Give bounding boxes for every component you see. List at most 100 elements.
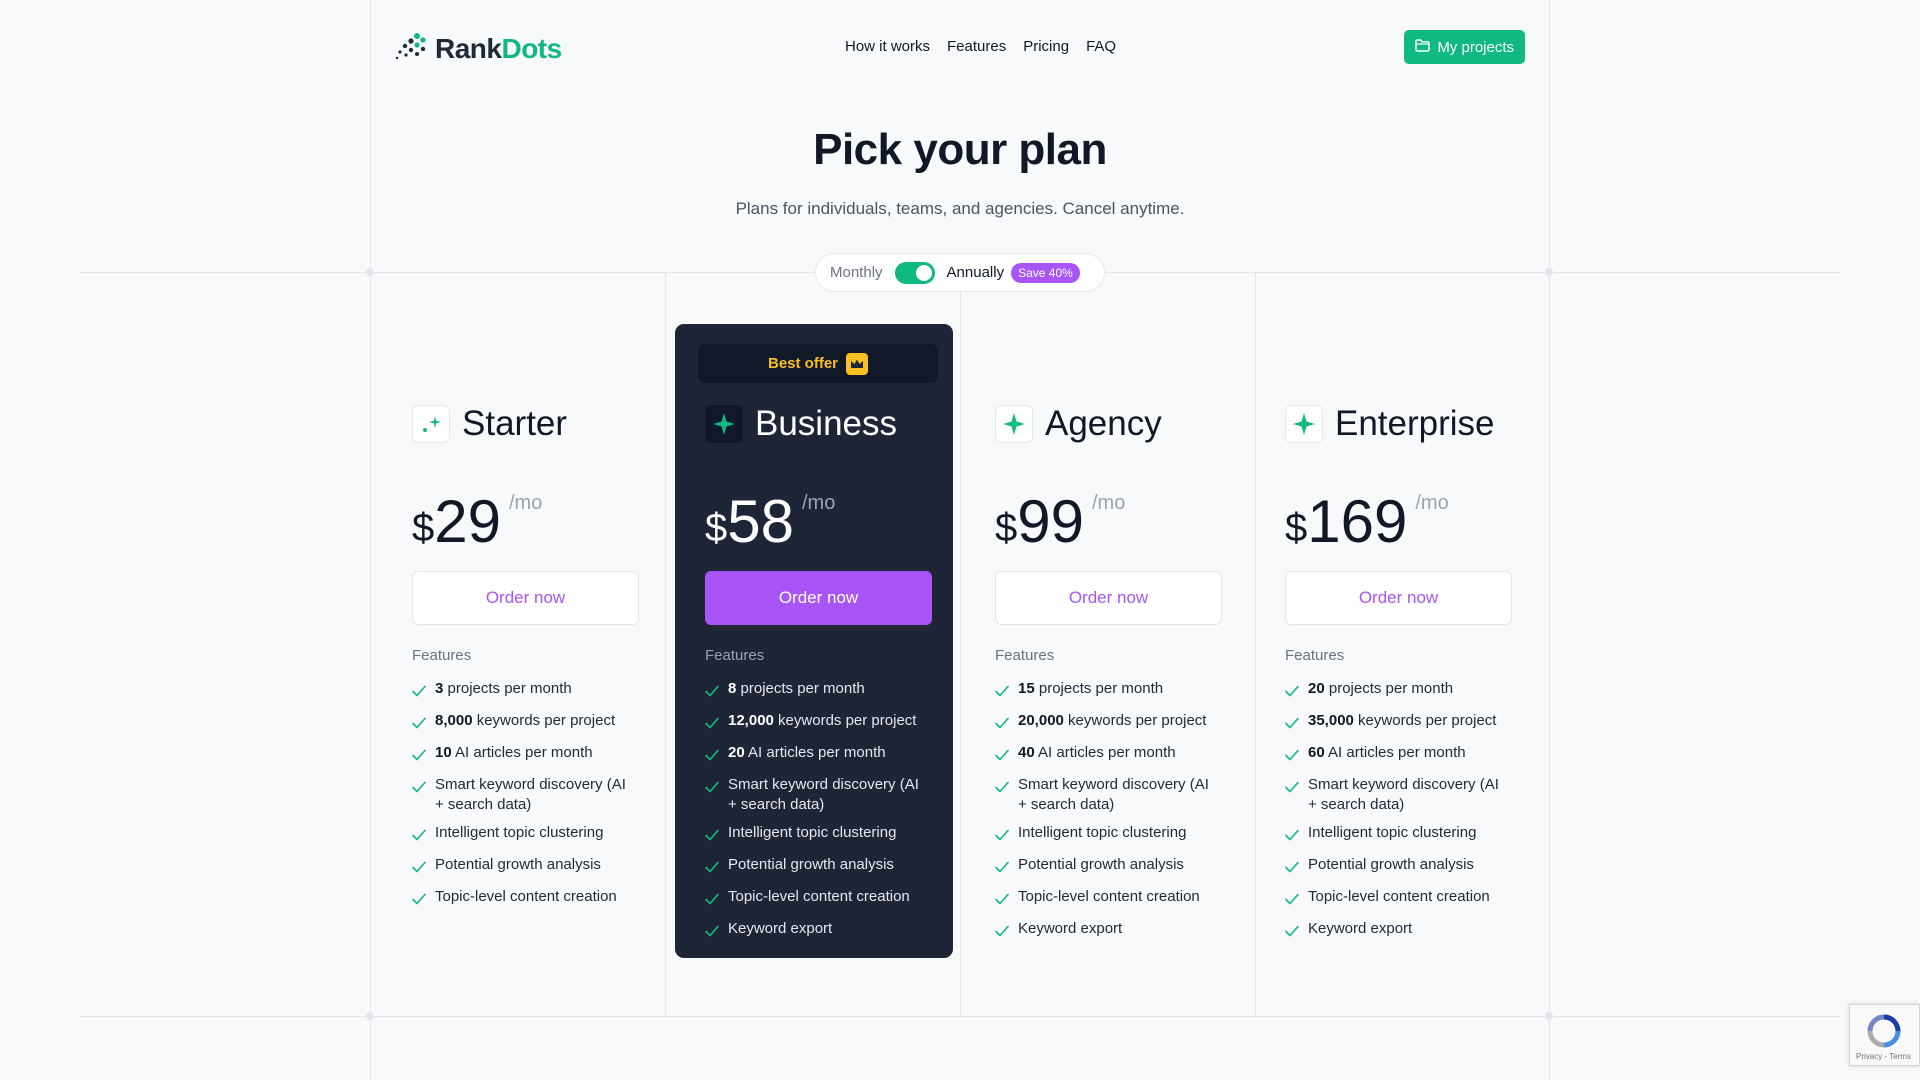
price-period: /mo bbox=[802, 492, 836, 514]
feature-text: Potential growth analysis bbox=[1018, 855, 1184, 879]
check-icon bbox=[1285, 827, 1299, 847]
price-currency: $ bbox=[1285, 506, 1308, 550]
feature-description: Intelligent topic clustering bbox=[728, 824, 897, 841]
feature-list: 8 projects per month 12,000 keywords per… bbox=[705, 679, 930, 951]
annually-option[interactable]: Annually bbox=[947, 264, 1005, 281]
feature-description: Potential growth analysis bbox=[728, 856, 894, 873]
nav-features[interactable]: Features bbox=[947, 38, 1006, 55]
feature-item: 40 AI articles per month bbox=[995, 743, 1220, 767]
feature-description: projects per month bbox=[736, 680, 865, 697]
feature-description: keywords per project bbox=[1353, 712, 1497, 729]
feature-value: 15 bbox=[1018, 680, 1035, 697]
feature-description: Intelligent topic clustering bbox=[1018, 824, 1187, 841]
order-now-button[interactable]: Order now bbox=[1285, 571, 1512, 625]
check-icon bbox=[995, 827, 1009, 847]
feature-item: 20 projects per month bbox=[1285, 679, 1510, 703]
feature-description: keywords per project bbox=[472, 712, 616, 729]
features-heading: Features bbox=[705, 647, 765, 664]
feature-description: projects per month bbox=[1324, 680, 1454, 697]
feature-description: Keyword export bbox=[1308, 920, 1413, 937]
check-icon bbox=[705, 683, 719, 703]
price-amount: 58 bbox=[727, 488, 794, 555]
monthly-option[interactable]: Monthly bbox=[830, 264, 883, 281]
feature-item: Potential growth analysis bbox=[412, 855, 637, 879]
plan-price: $ 58 /mo bbox=[705, 484, 835, 552]
plan-header: Starter bbox=[412, 404, 567, 444]
feature-text: Potential growth analysis bbox=[435, 855, 601, 879]
feature-text: Smart keyword discovery (AI + search dat… bbox=[1308, 775, 1510, 815]
feature-item: Intelligent topic clustering bbox=[995, 823, 1220, 847]
order-now-button[interactable]: Order now bbox=[995, 571, 1222, 625]
check-icon bbox=[705, 715, 719, 735]
feature-description: keywords per project bbox=[1063, 712, 1207, 729]
recaptcha-links[interactable]: Privacy - Terms bbox=[1856, 1052, 1911, 1061]
feature-text: Keyword export bbox=[1308, 919, 1412, 943]
feature-description: Keyword export bbox=[1018, 920, 1123, 937]
column-divider-1 bbox=[665, 272, 666, 1016]
feature-description: Smart keyword discovery (AI + search dat… bbox=[728, 776, 919, 813]
feature-value: 8,000 bbox=[435, 712, 473, 729]
billing-switch[interactable] bbox=[894, 261, 935, 284]
feature-item: Topic-level content creation bbox=[412, 887, 637, 911]
page-title: Pick your plan bbox=[813, 125, 1107, 174]
feature-text: Topic-level content creation bbox=[1308, 887, 1490, 911]
feature-text: 12,000 keywords per project bbox=[728, 711, 916, 735]
check-icon bbox=[1285, 747, 1299, 767]
plan-name: Enterprise bbox=[1335, 404, 1495, 443]
feature-text: Keyword export bbox=[728, 919, 832, 943]
my-projects-button[interactable]: My projects bbox=[1404, 30, 1525, 64]
feature-value: 10 bbox=[435, 744, 452, 761]
features-heading: Features bbox=[412, 647, 472, 664]
feature-text: Smart keyword discovery (AI + search dat… bbox=[435, 775, 637, 815]
feature-value: 20,000 bbox=[1018, 712, 1064, 729]
check-icon bbox=[412, 859, 426, 879]
feature-description: Topic-level content creation bbox=[1018, 888, 1200, 905]
best-offer-badge: Best offer bbox=[698, 344, 938, 383]
plan-header: Agency bbox=[995, 404, 1162, 444]
feature-text: Topic-level content creation bbox=[435, 887, 617, 911]
feature-item: 15 projects per month bbox=[995, 679, 1220, 703]
price-period: /mo bbox=[509, 492, 543, 514]
nav-pricing[interactable]: Pricing bbox=[1023, 38, 1069, 55]
sparkle-icon bbox=[412, 405, 450, 443]
order-now-button[interactable]: Order now bbox=[705, 571, 932, 625]
site-header: RankDots How it works Features Pricing F… bbox=[395, 28, 1525, 68]
brand-logo[interactable]: RankDots bbox=[395, 32, 562, 65]
feature-text: Intelligent topic clustering bbox=[435, 823, 603, 847]
my-projects-label: My projects bbox=[1437, 38, 1514, 56]
check-icon bbox=[705, 859, 719, 879]
recaptcha-badge[interactable]: Privacy - Terms bbox=[1849, 1004, 1920, 1066]
feature-value: 20 bbox=[1308, 680, 1325, 697]
features-heading: Features bbox=[1285, 647, 1345, 664]
crown-icon bbox=[846, 352, 868, 375]
feature-item: Smart keyword discovery (AI + search dat… bbox=[705, 775, 930, 815]
feature-list: 15 projects per month 20,000 keywords pe… bbox=[995, 679, 1220, 951]
plan-name: Business bbox=[755, 404, 898, 443]
check-icon bbox=[995, 683, 1009, 703]
feature-text: Potential growth analysis bbox=[728, 855, 894, 879]
save-badge: Save 40% bbox=[1011, 262, 1080, 283]
check-icon bbox=[412, 683, 426, 703]
check-icon bbox=[705, 923, 719, 943]
plan-card-agency: Agency $ 99 /mo Order now Features 15 pr… bbox=[965, 324, 1243, 958]
logo-dots-icon bbox=[395, 32, 427, 65]
feature-value: 60 bbox=[1308, 744, 1325, 761]
frame-line-bottom bbox=[80, 1016, 1840, 1017]
feature-text: Intelligent topic clustering bbox=[1308, 823, 1476, 847]
price-period: /mo bbox=[1092, 492, 1126, 514]
check-icon bbox=[1285, 683, 1299, 703]
price-amount: 99 bbox=[1017, 488, 1084, 555]
feature-description: Intelligent topic clustering bbox=[1308, 824, 1477, 841]
feature-text: 20 AI articles per month bbox=[728, 743, 886, 767]
check-icon bbox=[995, 891, 1009, 911]
recaptcha-icon bbox=[1866, 1013, 1902, 1054]
order-now-button[interactable]: Order now bbox=[412, 571, 639, 625]
check-icon bbox=[412, 747, 426, 767]
nav-how-it-works[interactable]: How it works bbox=[845, 38, 930, 55]
nav-faq[interactable]: FAQ bbox=[1086, 38, 1116, 55]
feature-description: Smart keyword discovery (AI + search dat… bbox=[1018, 776, 1209, 813]
check-icon bbox=[995, 923, 1009, 943]
feature-text: 35,000 keywords per project bbox=[1308, 711, 1496, 735]
column-divider-2 bbox=[960, 272, 961, 1016]
feature-description: projects per month bbox=[1034, 680, 1164, 697]
